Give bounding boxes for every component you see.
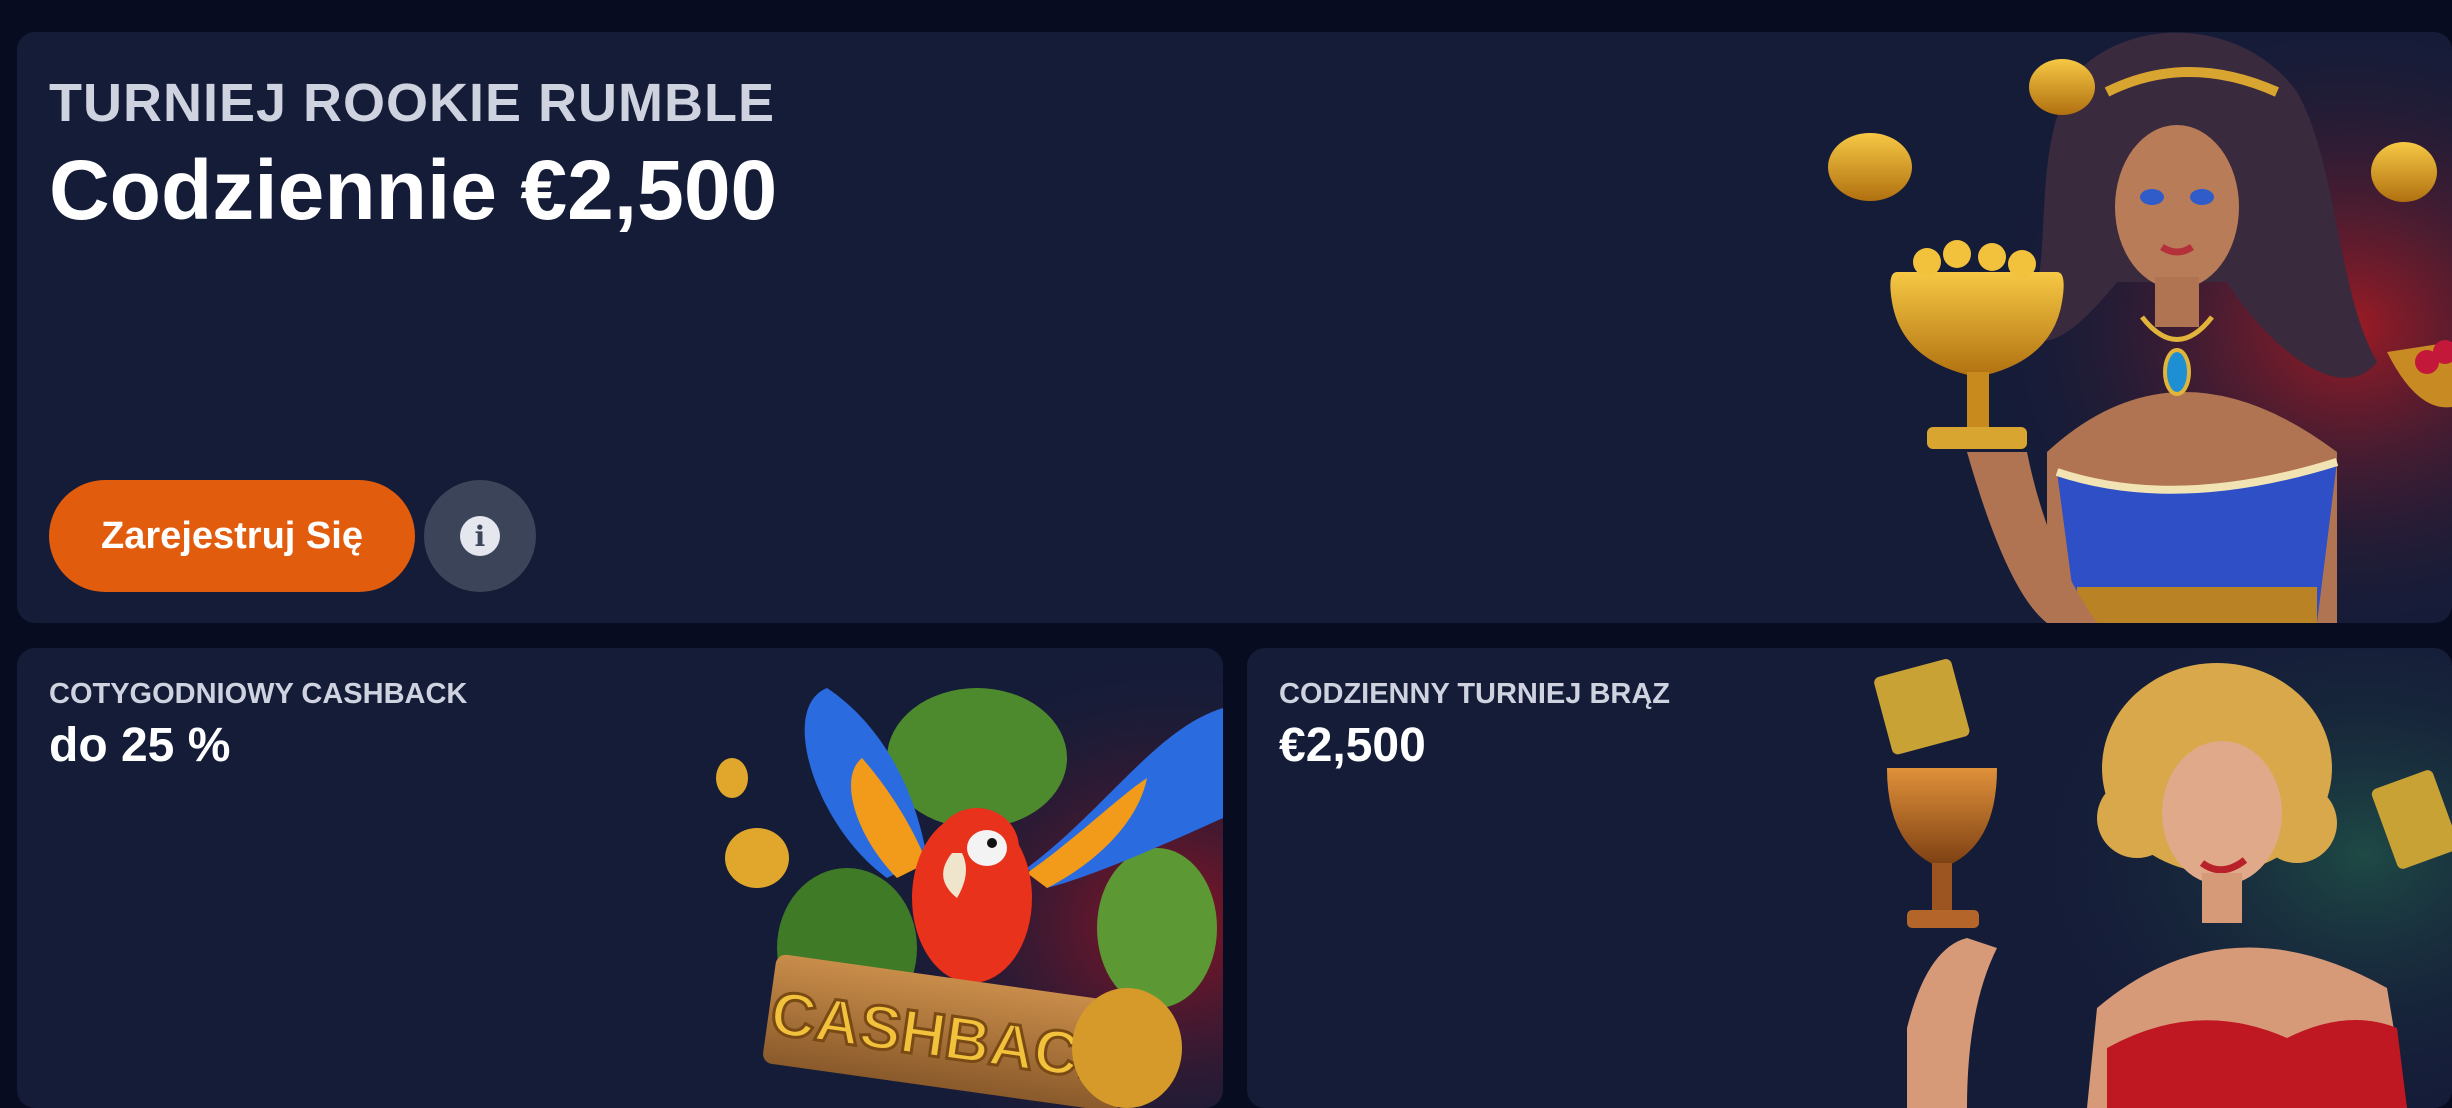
promo-card-rookie-rumble: TURNIEJ ROOKIE RUMBLE Codziennie €2,500 … [17,32,2452,623]
promo-card-weekly-cashback[interactable]: COTYGODNIOWY CASHBACK do 25 % CASHBACK [17,648,1223,1108]
promo-title: Codziennie €2,500 [49,143,778,237]
parrot-cashback-illustration: CASHBACK [687,648,1223,1108]
promo-kicker: TURNIEJ ROOKIE RUMBLE [49,73,776,133]
info-button[interactable]: i [424,480,536,592]
promo-title: do 25 % [49,719,231,772]
promo-kicker: CODZIENNY TURNIEJ BRĄZ [1279,678,1670,710]
goddess-illustration [1777,32,2452,623]
promo-card-daily-bronze-tournament[interactable]: CODZIENNY TURNIEJ BRĄZ €2,500 [1247,648,2452,1108]
promo-title: €2,500 [1279,719,1426,772]
info-icon: i [460,516,500,556]
promo-kicker: COTYGODNIOWY CASHBACK [49,678,468,710]
pinup-trophy-illustration [1867,648,2452,1108]
register-button[interactable]: Zarejestruj Się [49,480,415,592]
